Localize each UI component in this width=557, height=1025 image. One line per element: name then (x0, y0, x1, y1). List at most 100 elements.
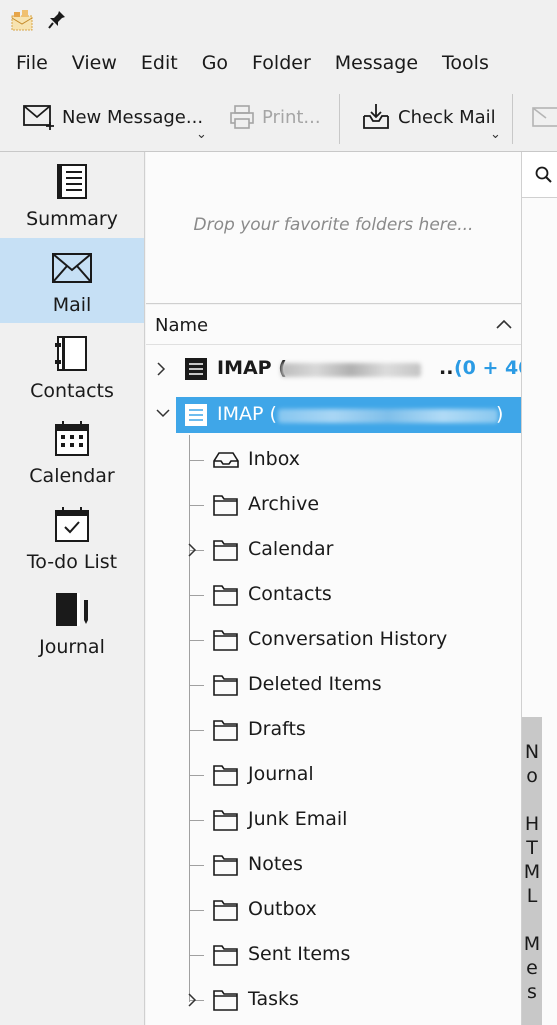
account-name: IMAP ( (217, 403, 277, 425)
calendar-icon (55, 421, 89, 456)
nav-label: Journal (39, 636, 105, 658)
folder-icon (213, 675, 238, 696)
account-name-suffix: ) (496, 403, 504, 425)
folder-label: Deleted Items (248, 673, 382, 695)
tree-guide-line (190, 460, 204, 461)
folder-label: Tasks (248, 988, 299, 1010)
journal-icon (56, 593, 88, 626)
menu-message[interactable]: Message (323, 42, 430, 84)
tree-guide-line (190, 730, 204, 731)
chevron-down-icon[interactable] (155, 407, 171, 419)
folder-label: Drafts (248, 718, 306, 740)
server-icon (185, 404, 207, 426)
folder-label: Contacts (248, 583, 332, 605)
favorite-folders-hint: Drop your favorite folders here... (193, 215, 474, 235)
tree-item-folder[interactable]: Archive (146, 487, 521, 523)
nav-item-contacts[interactable]: Contacts (0, 324, 144, 409)
folder-label: Junk Email (248, 808, 348, 830)
chevron-down-icon[interactable]: ⌄ (490, 127, 501, 142)
toolbar: New Message... ⌄ Print... Check Mail ⌄ (0, 84, 557, 152)
no-html-char (522, 908, 542, 932)
tree-item-account-1[interactable]: IMAP ( .. (0 + 402 (146, 351, 545, 387)
chevron-down-icon[interactable]: ⌄ (196, 127, 207, 142)
contacts-icon (55, 336, 87, 371)
folder-tree: Name IMAP ( .. (0 + 402 IMAP ( ) Inbox Ar… (146, 305, 545, 1025)
print-icon (230, 105, 254, 129)
menu-go[interactable]: Go (190, 42, 240, 84)
mail-reply-icon (532, 107, 557, 127)
new-message-label: New Message... (62, 106, 204, 128)
folder-icon (213, 900, 238, 921)
folder-icon (213, 765, 238, 786)
tree-item-folder[interactable]: Sent Items (146, 937, 521, 973)
no-html-char: H (524, 813, 540, 835)
no-html-char: N (524, 741, 540, 763)
folder-label: Outbox (248, 898, 317, 920)
tree-item-folder[interactable]: Conversation History (146, 622, 521, 658)
nav-item-journal[interactable]: Journal (0, 580, 144, 665)
server-icon (185, 358, 207, 380)
pin-icon[interactable] (48, 10, 66, 30)
folder-label: Calendar (248, 538, 334, 560)
title-bar (0, 0, 557, 42)
nav-item-calendar[interactable]: Calendar (0, 409, 144, 494)
tree-guide-line (190, 685, 204, 686)
check-mail-button[interactable]: Check Mail ⌄ (360, 94, 501, 142)
folder-icon (213, 540, 238, 561)
folder-icon (213, 495, 238, 516)
tree-item-folder[interactable]: Outbox (146, 892, 521, 928)
tree-item-folder[interactable]: Calendar (146, 532, 521, 568)
folder-label: Archive (248, 493, 320, 515)
app-icon (11, 10, 33, 31)
menu-folder[interactable]: Folder (240, 42, 323, 84)
no-html-char: M (523, 861, 541, 883)
new-message-button[interactable]: New Message... ⌄ (22, 94, 207, 142)
tree-item-folder[interactable]: Inbox (146, 442, 521, 478)
nav-label: Calendar (29, 465, 115, 487)
reply-button[interactable] (530, 94, 557, 140)
tree-item-folder[interactable]: Journal (146, 757, 521, 793)
chevron-right-icon[interactable] (186, 992, 198, 1008)
account-name: IMAP ( (217, 357, 287, 379)
print-button[interactable]: Print... (228, 94, 321, 140)
menu-edit[interactable]: Edit (129, 42, 190, 84)
check-mail-icon (363, 104, 389, 129)
tree-item-folder[interactable]: Contacts (146, 577, 521, 613)
nav-label: To-do List (26, 551, 118, 573)
tree-guide-line (190, 820, 204, 821)
folder-label: Inbox (248, 448, 300, 470)
folder-label: Journal (248, 763, 314, 785)
folder-icon (213, 585, 238, 606)
tree-item-folder[interactable]: Tasks (146, 982, 521, 1018)
tree-guide-line (190, 910, 204, 911)
folder-icon (213, 810, 238, 831)
folder-icon (213, 990, 238, 1011)
folder-label: Sent Items (248, 943, 351, 965)
column-header-label: Name (155, 315, 209, 336)
tree-item-folder[interactable]: Junk Email (146, 802, 521, 838)
tree-guide-line (190, 505, 204, 506)
check-mail-label: Check Mail (398, 106, 496, 128)
menu-file[interactable]: File (0, 42, 60, 84)
no-html-char: M (523, 933, 541, 955)
favorite-folders-pane[interactable]: Drop your favorite folders here... (146, 152, 521, 304)
no-html-char: e (526, 957, 538, 979)
name-column-header[interactable]: Name (146, 305, 521, 345)
chevron-right-icon[interactable] (155, 361, 167, 377)
nav-item-todo[interactable]: To-do List (0, 495, 144, 580)
folder-icon (213, 945, 238, 966)
menu-tools[interactable]: Tools (430, 42, 501, 84)
no-html-char: s (527, 981, 537, 1003)
tree-item-folder[interactable]: Notes (146, 847, 521, 883)
tree-item-folder[interactable]: Drafts (146, 712, 521, 748)
tree-item-account-2[interactable]: IMAP ( ) (176, 397, 521, 433)
nav-item-mail[interactable]: Mail (0, 238, 144, 323)
menu-view[interactable]: View (60, 42, 129, 84)
nav-item-summary[interactable]: Summary (0, 152, 144, 237)
account-name-ellipsis: .. (439, 357, 454, 379)
tree-guide-line (190, 640, 204, 641)
tree-item-folder[interactable]: Deleted Items (146, 667, 521, 703)
redacted-text (281, 363, 421, 377)
search-box[interactable] (522, 152, 557, 198)
chevron-right-icon[interactable] (186, 542, 198, 558)
